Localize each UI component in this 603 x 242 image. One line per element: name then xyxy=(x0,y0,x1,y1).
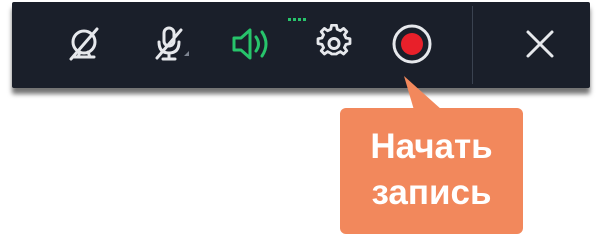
record-icon xyxy=(392,24,432,64)
volume-indicator xyxy=(288,18,306,21)
speaker-on-icon xyxy=(232,28,268,60)
toolbar-divider xyxy=(472,6,473,84)
webcam-off-icon xyxy=(69,27,99,61)
close-button[interactable] xyxy=(512,16,568,72)
recording-toolbar xyxy=(12,2,590,88)
microphone-off-icon xyxy=(155,26,189,61)
tooltip-text: Начать запись xyxy=(370,127,493,212)
start-recording-tooltip: Начать запись xyxy=(340,108,523,234)
close-icon xyxy=(526,30,554,58)
record-button[interactable] xyxy=(384,16,440,72)
gear-icon xyxy=(316,24,352,56)
speaker-toggle-button[interactable] xyxy=(224,16,280,72)
microphone-toggle-button[interactable] xyxy=(142,16,198,72)
webcam-toggle-button[interactable] xyxy=(56,16,112,72)
settings-button[interactable] xyxy=(306,16,362,72)
